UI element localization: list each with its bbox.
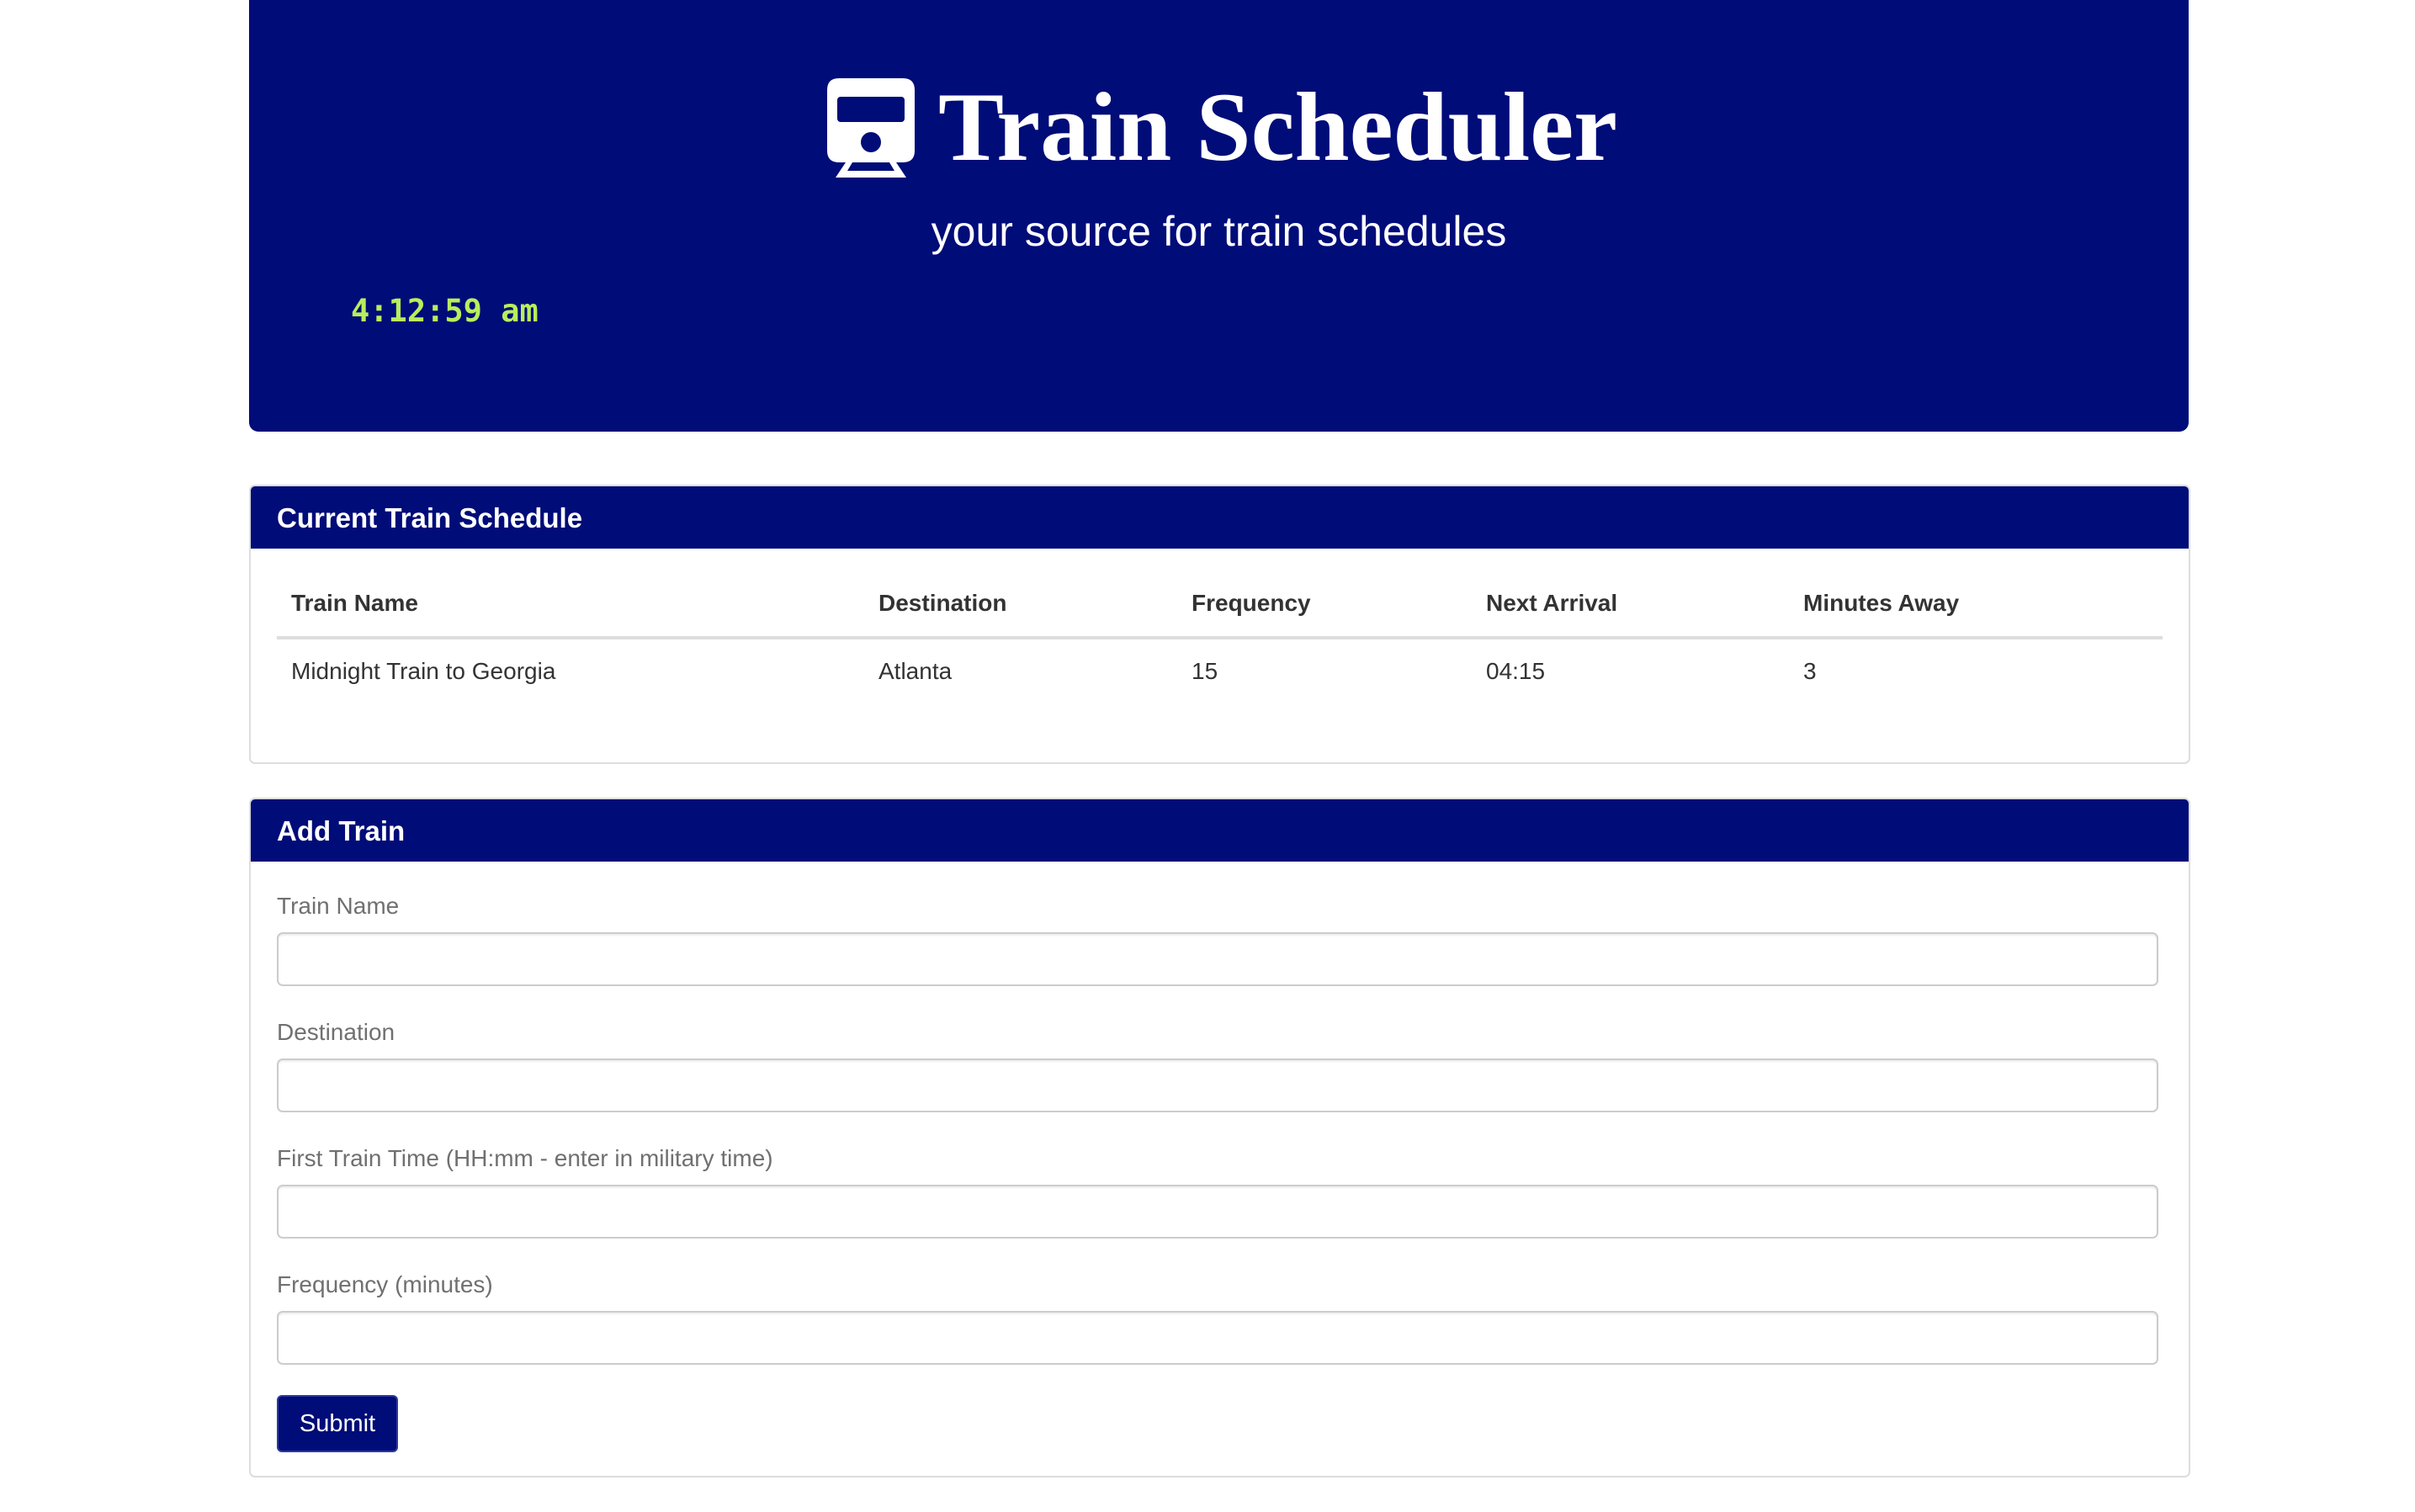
destination-input[interactable] bbox=[277, 1058, 2158, 1112]
current-time-clock: 4:12:59 am bbox=[351, 293, 539, 329]
train-name-input[interactable] bbox=[277, 932, 2158, 986]
cell-minutes-away: 3 bbox=[1803, 657, 1817, 684]
header-banner: Train Scheduler your source for train sc… bbox=[249, 0, 2189, 432]
train-name-label: Train Name bbox=[277, 893, 400, 919]
frequency-label: Frequency (minutes) bbox=[277, 1271, 493, 1297]
page-subtitle: your source for train schedules bbox=[931, 208, 1507, 255]
column-header-minutes-away: Minutes Away bbox=[1789, 570, 2163, 639]
cell-train-name: Midnight Train to Georgia bbox=[291, 657, 556, 684]
add-train-panel: Add Train Train Name Destination First T… bbox=[249, 798, 2190, 1478]
table-row: Midnight Train to Georgia Atlanta 15 04:… bbox=[277, 638, 2163, 703]
train-icon bbox=[826, 78, 915, 178]
schedule-panel-heading: Current Train Schedule bbox=[251, 486, 2189, 549]
schedule-table: Train Name Destination Frequency Next Ar… bbox=[277, 570, 2163, 703]
cell-frequency: 15 bbox=[1192, 657, 1218, 684]
column-header-train-name: Train Name bbox=[277, 570, 864, 639]
first-train-time-input[interactable] bbox=[277, 1185, 2158, 1239]
frequency-input[interactable] bbox=[277, 1311, 2158, 1365]
column-header-frequency: Frequency bbox=[1177, 570, 1472, 639]
add-train-panel-heading: Add Train bbox=[251, 799, 2189, 862]
destination-label: Destination bbox=[277, 1019, 395, 1045]
table-header-row: Train Name Destination Frequency Next Ar… bbox=[277, 570, 2163, 639]
column-header-destination: Destination bbox=[864, 570, 1177, 639]
column-header-next-arrival: Next Arrival bbox=[1472, 570, 1789, 639]
main-container: Train Scheduler your source for train sc… bbox=[249, 0, 2190, 1478]
submit-button[interactable]: Submit bbox=[277, 1395, 398, 1452]
schedule-panel: Current Train Schedule Train Name Destin… bbox=[249, 485, 2190, 764]
cell-destination: Atlanta bbox=[878, 657, 953, 684]
first-train-time-label: First Train Time (HH:mm - enter in milit… bbox=[277, 1145, 773, 1171]
cell-next-arrival: 04:15 bbox=[1486, 657, 1546, 684]
title-row: Train Scheduler bbox=[249, 73, 2189, 183]
page-title: Train Scheduler bbox=[937, 73, 1618, 182]
